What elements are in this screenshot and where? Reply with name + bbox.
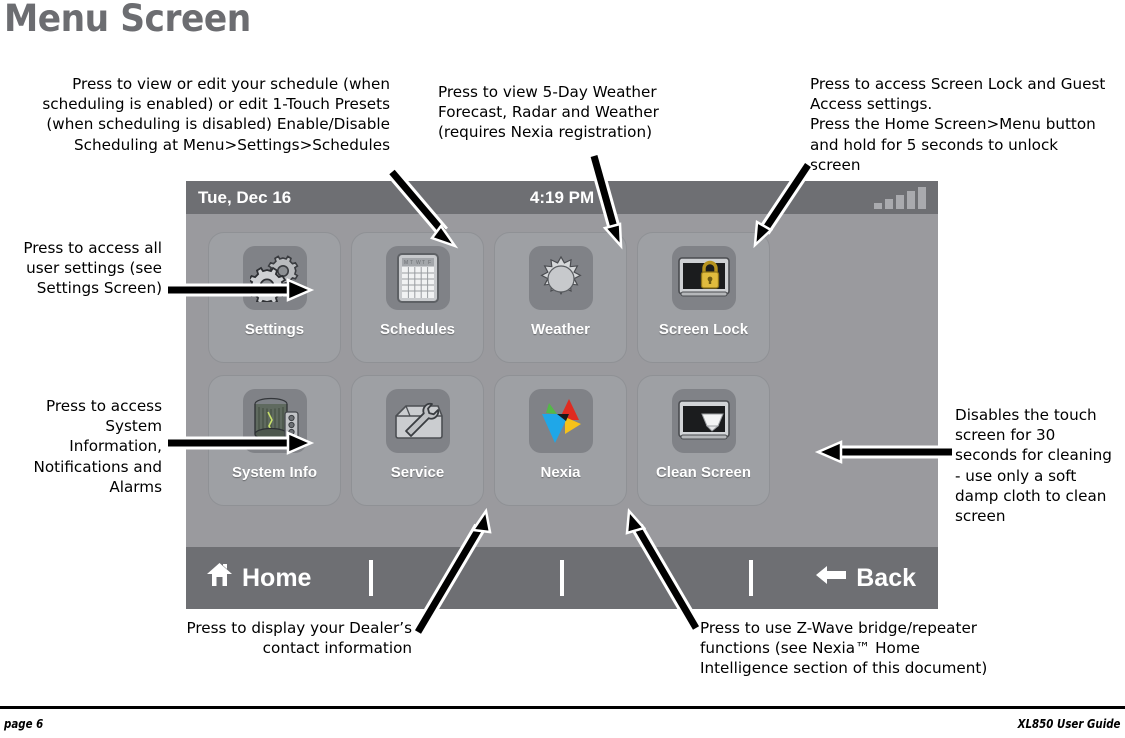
- tile-row: System Info Service Nexia Clean Screen: [208, 375, 916, 506]
- svg-text:W: W: [416, 260, 421, 266]
- tile-row: Settings MTWTF Schedules Weather Screen …: [208, 232, 916, 363]
- callout-system-info: Press to access System Information, Noti…: [33, 397, 162, 496]
- tile-schedules[interactable]: MTWTF Schedules: [351, 232, 484, 363]
- tile-label: Nexia: [540, 464, 581, 481]
- footer-rule: [0, 706, 1125, 709]
- nav-divider: [369, 560, 373, 596]
- left-arrow-icon: [815, 564, 847, 593]
- tile-settings[interactable]: Settings: [208, 232, 341, 363]
- svg-text:T: T: [422, 260, 425, 266]
- tile-nexia[interactable]: Nexia: [494, 375, 627, 506]
- tile-label: Clean Screen: [655, 464, 752, 481]
- back-label: Back: [856, 563, 916, 592]
- callout-service: Press to display your Dealer’s contact i…: [186, 619, 413, 658]
- nav-divider: [560, 560, 564, 596]
- gears-icon: [242, 246, 307, 310]
- status-time: 4:19 PM: [529, 187, 595, 207]
- screen-lock-icon: [671, 246, 736, 310]
- callout-settings: Press to access all user settings (see S…: [23, 239, 162, 298]
- bottom-nav-bar: Home Back: [186, 547, 938, 609]
- tile-label: Service: [390, 464, 445, 481]
- thermostat-menu-screen: Tue, Dec 16 4:19 PM Settings M T W T F S…: [186, 181, 938, 609]
- footer-page-number: page 6: [4, 716, 44, 731]
- callout-weather: Press to view 5-Day Weather Forecast, Ra…: [438, 83, 659, 142]
- tile-label: System Info: [231, 464, 318, 481]
- svg-text:F: F: [428, 260, 431, 266]
- home-label: Home: [242, 563, 312, 592]
- tile-label: Settings: [244, 321, 305, 338]
- home-button[interactable]: Home: [206, 562, 311, 594]
- signal-bars-icon: [874, 187, 926, 209]
- hvac-unit-icon: [242, 389, 307, 453]
- sun-icon: [528, 246, 593, 310]
- tile-clean-screen[interactable]: Clean Screen: [637, 375, 770, 506]
- toolbox-wrench-icon: [385, 389, 450, 453]
- tile-label: Schedules: [379, 321, 456, 338]
- callout-nexia: Press to use Z-Wave bridge/repeater func…: [700, 619, 988, 678]
- nav-divider: [749, 560, 753, 596]
- tile-grid: Settings MTWTF Schedules Weather Screen …: [186, 214, 938, 544]
- tile-service[interactable]: Service: [351, 375, 484, 506]
- house-icon: [206, 562, 233, 594]
- svg-text:T: T: [410, 260, 413, 266]
- screen-cloth-icon: [671, 389, 736, 453]
- status-date: Tue, Dec 16: [198, 187, 292, 207]
- calendar-icon: MTWTF: [385, 246, 450, 310]
- tile-system-info[interactable]: System Info: [208, 375, 341, 506]
- callout-schedules: Press to view or edit your schedule (whe…: [42, 75, 390, 154]
- tile-weather[interactable]: Weather: [494, 232, 627, 363]
- tile-screen-lock[interactable]: Screen Lock: [637, 232, 770, 363]
- callout-clean-screen: Disables the touch screen for 30 seconds…: [955, 406, 1112, 526]
- tile-label: Weather: [531, 321, 590, 338]
- back-button[interactable]: Back: [815, 564, 916, 593]
- svg-text:M: M: [404, 260, 408, 266]
- status-bar: Tue, Dec 16 4:19 PM: [186, 181, 938, 214]
- tile-label: Screen Lock: [658, 321, 749, 338]
- callout-screen-lock: Press to access Screen Lock and Guest Ac…: [810, 75, 1106, 174]
- user-guide-page: Menu Screen Press to view or edit your s…: [0, 0, 1125, 738]
- footer-guide-title: XL850 User Guide: [1018, 716, 1121, 731]
- nexia-logo-icon: [528, 389, 593, 453]
- page-title: Menu Screen: [4, 0, 251, 40]
